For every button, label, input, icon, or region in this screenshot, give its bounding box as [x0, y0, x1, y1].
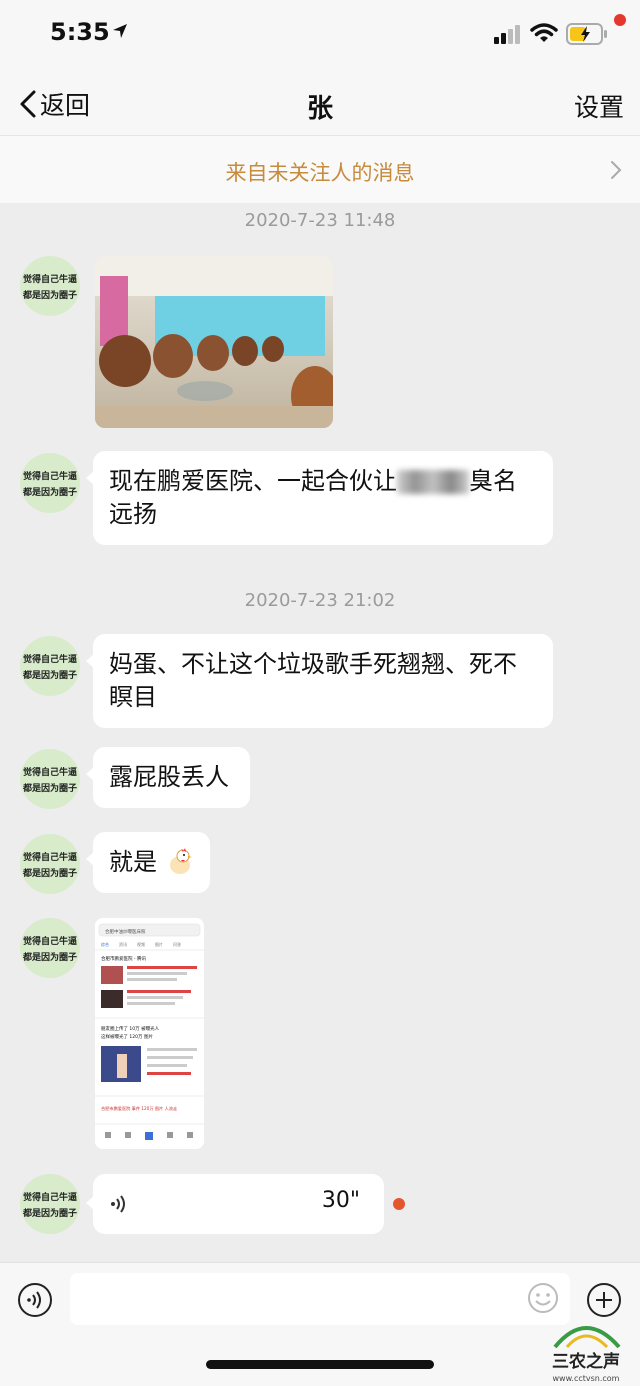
svg-text:图片: 图片 — [155, 941, 163, 947]
navigation-bar: 返回 张 设置 — [0, 70, 640, 136]
svg-text:都是因为圈子: 都是因为圈子 — [22, 782, 77, 794]
chat-screen: 5:35 返回 张 设置 来自未关注人的消息 2020-7-23 11:48 觉… — [0, 0, 640, 1386]
unfollowed-message-banner[interactable]: 来自未关注人的消息 — [0, 136, 640, 204]
svg-text:觉得自己牛逼: 觉得自己牛逼 — [23, 851, 77, 863]
cellular-signal-icon — [494, 25, 520, 44]
svg-text:合肥市鹏爱医院 事件 120万 图片 人流走: 合肥市鹏爱医院 事件 120万 图片 人流走 — [101, 1105, 178, 1112]
unread-dot — [393, 1198, 405, 1210]
search-screenshot: 合肥中油炒曝医床照 综合 资讯 视频 图片 问答 合肥市鹏爱医院 - 腾讯 朋友… — [95, 918, 204, 1149]
svg-text:都是因为圈子: 都是因为圈子 — [22, 951, 77, 963]
location-arrow-icon — [113, 24, 127, 38]
battery-charging-icon — [566, 23, 607, 45]
back-label: 返回 — [40, 91, 91, 120]
message-timestamp: 2020-7-23 21:02 — [244, 590, 396, 611]
notification-dot — [614, 14, 626, 26]
message-bubble[interactable]: 妈蛋、不让这个垃圾歌手死翘翘、死不 瞑目 — [86, 634, 553, 728]
banner-text: 来自未关注人的消息 — [225, 161, 415, 185]
photo-message[interactable] — [95, 256, 333, 428]
avatar-line1: 觉得自己牛逼 — [23, 273, 77, 285]
avatar-line2: 都是因为圈子 — [22, 289, 77, 301]
chat-title: 张 — [306, 94, 333, 124]
message-timestamp: 2020-7-23 11:48 — [244, 210, 396, 231]
voice-duration: 30" — [321, 1188, 360, 1213]
avatar[interactable]: 觉得自己牛逼 都是因为圈子 — [20, 834, 80, 894]
avatar[interactable]: 觉得自己牛逼 都是因为圈子 — [20, 918, 80, 978]
svg-text:觉得自己牛逼: 觉得自己牛逼 — [23, 1191, 77, 1203]
watermark-url: www.cctvsn.com — [553, 1374, 620, 1383]
status-bar: 5:35 — [0, 0, 640, 70]
chevron-right-icon — [611, 161, 622, 179]
message-bubble[interactable]: 露屁股丢人 — [86, 747, 250, 808]
home-indicator[interactable] — [206, 1360, 434, 1369]
message-text: 露屁股丢人 — [109, 763, 229, 791]
svg-text:都是因为圈子: 都是因为圈子 — [22, 486, 77, 498]
back-button[interactable]: 返回 — [18, 86, 90, 122]
settings-button[interactable]: 设置 — [574, 88, 624, 124]
watermark-text: 三农之声 — [552, 1351, 620, 1372]
svg-text:觉得自己牛逼: 觉得自己牛逼 — [23, 653, 77, 665]
message-bubble[interactable]: 就是 — [86, 832, 210, 893]
avatar[interactable]: 觉得自己牛逼 都是因为圈子 — [20, 256, 80, 316]
screenshot-search-text: 合肥中油炒曝医床照 — [105, 928, 146, 935]
svg-text:觉得自己牛逼: 觉得自己牛逼 — [23, 935, 77, 947]
wifi-icon — [530, 23, 558, 42]
restaurant-photo — [95, 256, 333, 428]
avatar[interactable]: 觉得自己牛逼 都是因为圈子 — [20, 1174, 80, 1234]
svg-text:都是因为圈子: 都是因为圈子 — [22, 669, 77, 681]
svg-text:这样被曝光了 120万 图片: 这样被曝光了 120万 图片 — [101, 1033, 153, 1040]
chevron-left-icon — [20, 90, 36, 118]
message-bubble[interactable]: 现在鹏爱医院、一起合伙让 臭名 远扬 — [86, 451, 553, 545]
svg-text:都是因为圈子: 都是因为圈子 — [22, 1207, 77, 1219]
avatar[interactable]: 觉得自己牛逼 都是因为圈子 — [20, 453, 80, 513]
svg-text:觉得自己牛逼: 觉得自己牛逼 — [23, 470, 77, 482]
svg-text:问答: 问答 — [173, 941, 181, 947]
message-input[interactable] — [70, 1273, 570, 1325]
svg-text:觉得自己牛逼: 觉得自己牛逼 — [23, 766, 77, 778]
svg-text:综合: 综合 — [101, 941, 109, 947]
svg-text:合肥市鹏爱医院 - 腾讯: 合肥市鹏爱医院 - 腾讯 — [101, 955, 146, 962]
blurred-name — [397, 470, 469, 494]
avatar-art: 觉得自己牛逼 都是因为圈子 — [22, 273, 77, 301]
svg-text:都是因为圈子: 都是因为圈子 — [22, 867, 77, 879]
svg-text:资讯: 资讯 — [119, 941, 127, 947]
avatar[interactable]: 觉得自己牛逼 都是因为圈子 — [20, 636, 80, 696]
screenshot-message[interactable]: 合肥中油炒曝医床照 综合 资讯 视频 图片 问答 合肥市鹏爱医院 - 腾讯 朋友… — [95, 918, 204, 1149]
emoji-icon[interactable] — [527, 1282, 559, 1314]
voice-message[interactable]: 30" — [86, 1174, 384, 1234]
avatar[interactable]: 觉得自己牛逼 都是因为圈子 — [20, 749, 80, 809]
message-text: 现在鹏爱医院、一起合伙让 — [109, 467, 397, 495]
voice-input-icon[interactable] — [17, 1282, 53, 1318]
status-time: 5:35 — [50, 18, 110, 46]
svg-text:朋友圈上传了 10万 被曝光人: 朋友圈上传了 10万 被曝光人 — [101, 1025, 160, 1032]
message-text: 就是 — [109, 848, 157, 876]
chicken-emoji-icon — [169, 848, 192, 874]
message-text: 远扬 — [109, 500, 157, 528]
voice-wave-icon — [111, 1195, 125, 1213]
message-text: 妈蛋、不让这个垃圾歌手死翘翘、死不 — [109, 650, 517, 678]
svg-text:视频: 视频 — [137, 941, 145, 947]
watermark-logo: 三农之声 www.cctvsn.com — [552, 1326, 621, 1383]
message-text: 瞑目 — [109, 683, 157, 711]
